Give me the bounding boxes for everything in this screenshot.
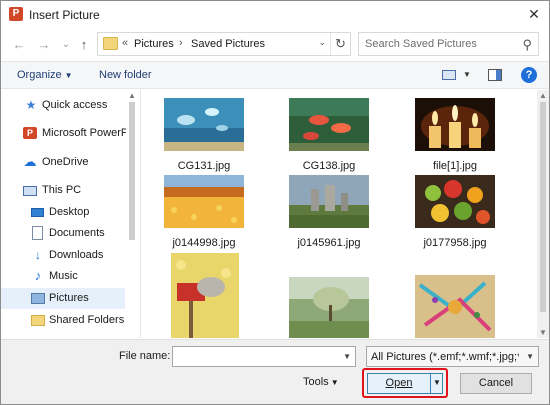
sidebar-item-music[interactable]: ♪ Music	[1, 266, 125, 287]
sidebar-item-microsoft-powerpoint[interactable]: P Microsoft PowerP	[1, 123, 129, 144]
organize-label: Organize	[17, 69, 62, 81]
underwater-fish-thumbnail	[164, 98, 244, 151]
sidebar-item-label: Quick access	[42, 99, 108, 111]
flower-field-thumbnail	[164, 175, 244, 228]
star-icon: ★	[25, 98, 37, 112]
file-name-label: j0145961.jpg	[297, 237, 361, 249]
desktop-icon	[31, 208, 44, 217]
powerpoint-app-icon: P	[9, 7, 23, 21]
party-streamers-thumbnail	[415, 275, 495, 338]
cancel-button[interactable]: Cancel	[460, 373, 532, 394]
sidebar-item-onedrive[interactable]: ☁ OneDrive	[1, 152, 125, 173]
download-arrow-icon: ↓	[35, 248, 41, 262]
file-name-label: j0177958.jpg	[423, 237, 487, 249]
change-view-icon[interactable]	[442, 70, 456, 80]
dialog-footer: File name: ▼ All Pictures (*.emf;*.wmf;*…	[1, 339, 549, 404]
file-name-label: CG131.jpg	[177, 160, 231, 172]
tree-field-thumbnail	[289, 277, 369, 338]
vegetables-thumbnail	[415, 175, 495, 228]
command-toolbar: Organize ▼ New folder ▼ ?	[1, 61, 549, 89]
preview-pane-icon[interactable]	[488, 69, 502, 81]
sidebar-item-label: Music	[49, 270, 78, 282]
file-type-filter-value: All Pictures (*.emf;*.wmf;*.jpg;*	[371, 351, 519, 363]
sidebar-item-label: Downloads	[49, 249, 104, 261]
folder-icon	[103, 37, 118, 50]
cloud-icon: ☁	[23, 154, 37, 169]
address-dropdown-icon[interactable]: ⌄	[318, 37, 326, 48]
chevron-down-icon: ▼	[526, 352, 534, 361]
view-dropdown-icon[interactable]: ▼	[463, 70, 471, 79]
scrollbar-thumb[interactable]	[129, 102, 135, 240]
chevron-down-icon: ▼	[330, 378, 339, 387]
file-name-label: j0144998.jpg	[172, 237, 236, 249]
open-options-dropdown-icon[interactable]: ▼	[433, 378, 441, 387]
title-bar: P Insert Picture ✕	[1, 1, 549, 28]
sidebar-item-documents[interactable]: Documents	[1, 223, 125, 244]
sidebar-item-label: This PC	[42, 184, 82, 196]
breadcrumb-separator: ›	[179, 37, 183, 49]
organize-button[interactable]: Organize ▼	[17, 69, 73, 81]
scrollbar-thumb[interactable]	[540, 102, 546, 312]
file-type-filter-select[interactable]: All Pictures (*.emf;*.wmf;*.jpg;* ▼	[366, 346, 539, 367]
scroll-up-icon[interactable]: ▲	[539, 91, 547, 100]
up-button[interactable]: ↑	[76, 37, 92, 53]
insert-picture-dialog: P Insert Picture ✕ ← → ⌄ ↑ « Pictures › …	[0, 0, 550, 405]
sidebar-item-label: OneDrive	[42, 156, 89, 168]
file-name-field[interactable]: ▼	[172, 346, 356, 367]
ruins-landscape-thumbnail	[289, 175, 369, 228]
recent-locations-button[interactable]: ⌄	[58, 37, 74, 53]
navigation-pane: ★ Quick access P Microsoft PowerP ☁ OneD…	[1, 90, 139, 338]
sidebar-item-quick-access[interactable]: ★ Quick access	[1, 95, 125, 116]
tools-button[interactable]: Tools ▼	[303, 376, 351, 394]
search-input[interactable]	[365, 34, 515, 54]
back-button[interactable]: ←	[11, 37, 27, 53]
sidebar-item-desktop[interactable]: Desktop	[1, 202, 125, 223]
breadcrumb-overflow[interactable]: «	[122, 37, 128, 49]
close-button[interactable]: ✕	[519, 1, 549, 28]
file-name-input[interactable]	[173, 347, 337, 366]
sidebar-item-label: Documents	[49, 227, 105, 239]
sidebar-item-label: Microsoft PowerP	[42, 127, 129, 139]
sidebar-item-label: Shared Folders	[49, 314, 125, 326]
sidebar-item-label: Pictures	[49, 292, 89, 304]
cat-mailbox-thumbnail	[171, 253, 239, 338]
sidebar-item-this-pc[interactable]: This PC	[1, 180, 125, 201]
open-split-button[interactable]: Open ▼	[367, 373, 443, 394]
split-divider	[430, 374, 431, 393]
tools-label: Tools	[303, 376, 329, 388]
sidebar-item-shared-folders[interactable]: Shared Folders	[1, 310, 125, 331]
sidebar-item-downloads[interactable]: ↓ Downloads	[1, 245, 125, 266]
powerpoint-icon: P	[23, 127, 37, 139]
scroll-up-icon[interactable]: ▲	[128, 91, 136, 100]
chevron-down-icon: ▼	[64, 71, 73, 80]
new-folder-button[interactable]: New folder	[99, 69, 152, 81]
pictures-icon	[31, 293, 45, 304]
reef-fish-thumbnail	[289, 98, 369, 151]
search-box[interactable]: ⚲	[358, 32, 539, 56]
file-name-label: file[1].jpg	[432, 160, 478, 172]
refresh-button[interactable]: ↻	[330, 33, 350, 55]
sidebar-item-label: Desktop	[49, 206, 90, 218]
music-note-icon: ♪	[34, 268, 42, 283]
file-name-label: CG138.jpg	[302, 160, 356, 172]
chevron-down-icon[interactable]: ▼	[343, 352, 351, 361]
file-list-scrollbar[interactable]: ▲ ▼	[537, 90, 549, 338]
documents-icon	[32, 226, 43, 240]
sidebar-item-pictures[interactable]: Pictures	[1, 288, 125, 309]
file-list: CG131.jpg CG138.jpg file[1].jpg j0144998…	[140, 90, 537, 338]
computer-icon	[23, 186, 37, 196]
shared-folder-icon	[31, 315, 45, 326]
forward-button[interactable]: →	[36, 37, 52, 53]
scroll-down-icon[interactable]: ▼	[539, 328, 547, 337]
navigation-scrollbar[interactable]: ▲	[126, 90, 138, 338]
open-button[interactable]: Open	[368, 377, 430, 389]
breadcrumb-pictures[interactable]: Pictures	[134, 38, 174, 50]
breadcrumb-saved-pictures[interactable]: Saved Pictures	[191, 38, 265, 50]
window-title: Insert Picture	[29, 8, 100, 22]
address-bar[interactable]: « Pictures › Saved Pictures ⌄ ↻	[97, 32, 351, 56]
search-icon[interactable]: ⚲	[522, 37, 532, 53]
candles-thumbnail	[415, 98, 495, 151]
help-icon[interactable]: ?	[521, 67, 537, 83]
file-name-label: File name:	[119, 350, 171, 362]
